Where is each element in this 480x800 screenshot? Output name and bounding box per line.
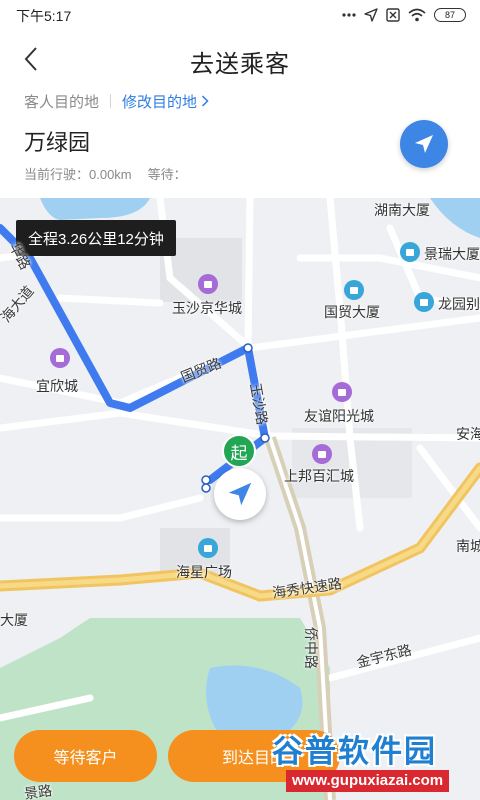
wifi-icon [408,8,426,22]
poi-label: 安海 [456,426,480,442]
start-marker: 起 [222,434,256,468]
status-icons: 87 [342,6,466,24]
status-bar: 下午5:17 87 [0,0,480,30]
poi-label: 南城 [456,538,480,554]
wait-label: 等待： [147,167,187,182]
building-icon [400,242,420,262]
chevron-right-icon [202,95,209,107]
poi-label: 宜欣城 [36,378,78,394]
location-icon [364,8,378,22]
poi-label: 湖南大厦 [374,202,430,218]
watermark-main: 谷普软件园 [272,734,437,769]
navigate-button[interactable] [400,120,448,168]
modify-destination-link[interactable]: 修改目的地 [122,91,209,112]
shopping-icon [312,444,332,464]
poi-label: 龙园别 [438,296,480,312]
destination-row: 客人目的地 修改目的地 [24,89,209,113]
road-label: 侨中路 [303,627,319,669]
watermark: 谷普软件园 www.gupuxiazai.com [266,726,478,794]
destination-label: 客人目的地 [24,93,100,111]
divider [110,94,112,108]
current-location-marker [214,468,266,520]
destination-name: 万绿园 [24,130,91,155]
poi-label: 上邦百汇城 [284,468,354,484]
wait-customer-button[interactable]: 等待客户 [14,730,157,782]
map-view[interactable]: 全程3.26公里12分钟 湖南大厦 景瑞大厦 玉沙京华城 国贸大厦 龙园别 宜欣… [0,198,480,800]
shopping-icon [332,382,352,402]
distance-label: 当前行驶：0.00km [24,167,132,182]
building-icon [414,292,434,312]
page-title: 去送乘客 [190,51,290,78]
poi-label: 玉沙京华城 [172,300,242,316]
navigation-arrow-icon [415,135,433,153]
battery-icon: 87 [434,8,466,22]
poi-label: 海星广场 [176,564,232,580]
trip-info: 当前行驶：0.00km 等待： [24,164,187,183]
shopping-icon [50,348,70,368]
nav-bar: 去送乘客 [0,30,480,86]
poi-label: 景瑞大厦 [424,246,480,262]
road-label: 景路 [23,782,53,800]
poi-label: 国贸大厦 [324,304,380,320]
route-summary: 全程3.26公里12分钟 [16,220,176,256]
building-icon [198,538,218,558]
shopping-icon [198,274,218,294]
modify-destination-label: 修改目的地 [122,93,198,111]
battery-level: 87 [444,10,455,20]
dots-icon [342,13,356,17]
navigation-arrow-icon [228,482,252,506]
sim-off-icon [386,8,400,22]
watermark-url: www.gupuxiazai.com [286,770,450,792]
poi-label: 友谊阳光城 [304,408,374,424]
status-time: 下午5:17 [16,8,72,24]
building-icon [344,280,364,300]
poi-label: 大厦 [0,612,28,628]
